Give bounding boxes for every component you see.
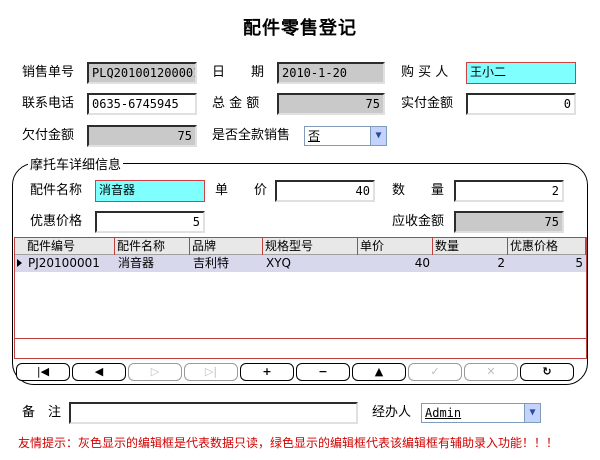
- parts-grid[interactable]: 配件编号 配件名称 品牌 规格型号 单价 数量 优惠价格 PJ20100001 …: [14, 237, 587, 359]
- cell-part-name[interactable]: 消音器: [115, 255, 190, 272]
- chevron-down-icon[interactable]: ▼: [524, 404, 540, 422]
- full-pay-select[interactable]: 否 ▼: [304, 126, 387, 146]
- total-field[interactable]: 75: [277, 93, 385, 115]
- refresh-button[interactable]: ↻: [520, 363, 574, 381]
- col-price[interactable]: 单价: [358, 238, 433, 255]
- full-pay-value: 否: [308, 129, 321, 143]
- receivable-field[interactable]: 75: [454, 211, 564, 233]
- post-record-button[interactable]: ✓: [408, 363, 462, 381]
- chevron-down-icon[interactable]: ▼: [370, 127, 386, 145]
- col-discount[interactable]: 优惠价格: [508, 238, 586, 255]
- qty-label: 数 量: [392, 183, 445, 198]
- phone-field[interactable]: 0635-6745945: [87, 93, 197, 115]
- col-part-name[interactable]: 配件名称: [115, 238, 190, 255]
- owed-field[interactable]: 75: [87, 125, 197, 147]
- price-field[interactable]: 40: [275, 180, 375, 202]
- note-label: 备 注: [22, 405, 62, 420]
- grid-divider: [15, 338, 586, 339]
- order-no-label: 销售单号: [22, 65, 75, 80]
- detail-group-title: 摩托车详细信息: [28, 154, 124, 173]
- receivable-label: 应收金额: [392, 214, 445, 229]
- col-qty[interactable]: 数量: [433, 238, 508, 255]
- handler-label: 经办人: [372, 405, 412, 420]
- handler-select[interactable]: Admin ▼: [421, 403, 541, 423]
- cell-model[interactable]: XYQ: [263, 255, 358, 272]
- page-title: 配件零售登记: [243, 18, 357, 39]
- cell-qty[interactable]: 2: [433, 255, 508, 272]
- first-record-button[interactable]: |◀: [16, 363, 70, 381]
- edit-record-button[interactable]: ▲: [352, 363, 406, 381]
- row-indicator-icon: [15, 255, 25, 272]
- hint-text: 友情提示：灰色显示的编辑框是代表数据只读，绿色显示的编辑框代表该编辑框有辅助录入…: [18, 436, 559, 450]
- col-model[interactable]: 规格型号: [263, 238, 358, 255]
- order-no-field[interactable]: PLQ201001200001: [87, 62, 197, 84]
- part-name-label: 配件名称: [30, 183, 83, 198]
- grid-header: 配件编号 配件名称 品牌 规格型号 单价 数量 优惠价格: [15, 238, 586, 255]
- last-record-button[interactable]: ▷|: [184, 363, 238, 381]
- note-field[interactable]: [69, 402, 358, 424]
- prev-record-button[interactable]: ◀: [72, 363, 126, 381]
- handler-value: Admin: [425, 406, 462, 420]
- cell-price[interactable]: 40: [358, 255, 433, 272]
- owed-label: 欠付金额: [22, 128, 75, 143]
- discount-label: 优惠价格: [30, 214, 83, 229]
- table-row[interactable]: PJ20100001 消音器 吉利特 XYQ 40 2 5: [15, 255, 586, 272]
- cancel-record-button[interactable]: ✕: [464, 363, 518, 381]
- paid-field[interactable]: 0: [466, 93, 576, 115]
- cell-part-no[interactable]: PJ20100001: [25, 255, 115, 272]
- col-part-no[interactable]: 配件编号: [25, 238, 115, 255]
- price-label: 单 价: [215, 183, 268, 198]
- part-name-field[interactable]: 消音器: [95, 180, 205, 202]
- date-field[interactable]: 2010-1-20: [277, 62, 385, 84]
- total-label: 总 金 额: [212, 96, 260, 111]
- next-record-button[interactable]: ▷: [128, 363, 182, 381]
- phone-label: 联系电话: [22, 96, 75, 111]
- cell-discount[interactable]: 5: [508, 255, 586, 272]
- add-record-button[interactable]: +: [240, 363, 294, 381]
- cell-brand[interactable]: 吉利特: [190, 255, 263, 272]
- date-label: 日 期: [212, 65, 265, 80]
- buyer-field[interactable]: 王小二: [466, 62, 576, 84]
- paid-label: 实付金额: [401, 96, 454, 111]
- buyer-label: 购 买 人: [401, 65, 449, 80]
- discount-field[interactable]: 5: [95, 211, 205, 233]
- full-pay-label: 是否全款销售: [212, 128, 291, 143]
- qty-field[interactable]: 2: [454, 180, 564, 202]
- col-brand[interactable]: 品牌: [190, 238, 263, 255]
- delete-record-button[interactable]: −: [296, 363, 350, 381]
